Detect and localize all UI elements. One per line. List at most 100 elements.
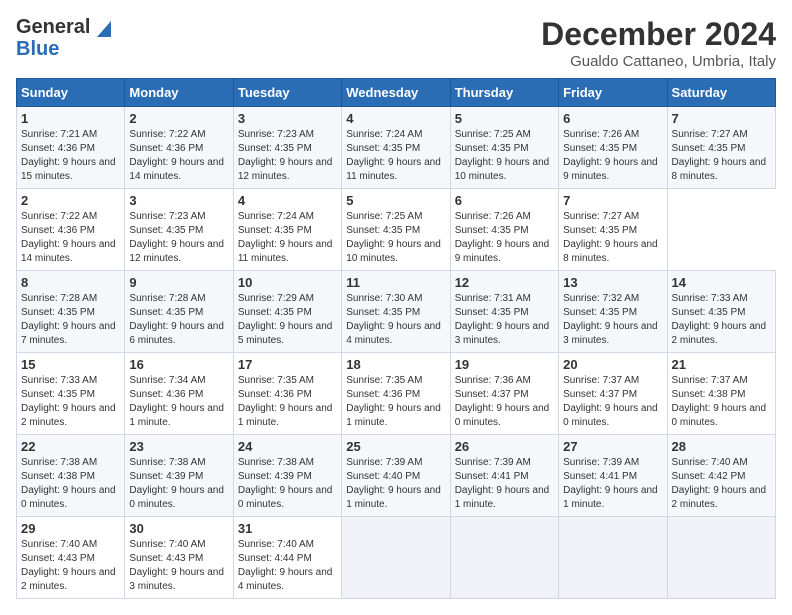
- day-info: Sunrise: 7:27 AMSunset: 4:35 PMDaylight:…: [563, 211, 658, 264]
- day-info: Sunrise: 7:37 AMSunset: 4:37 PMDaylight:…: [563, 375, 658, 428]
- day-number: 5: [346, 193, 445, 208]
- day-number: 8: [21, 275, 120, 290]
- day-info: Sunrise: 7:39 AMSunset: 4:40 PMDaylight:…: [346, 457, 441, 510]
- day-info: Sunrise: 7:33 AMSunset: 4:35 PMDaylight:…: [672, 293, 767, 346]
- calendar-cell: 6 Sunrise: 7:26 AMSunset: 4:35 PMDayligh…: [559, 107, 667, 189]
- calendar-cell: 27 Sunrise: 7:39 AMSunset: 4:41 PMDaylig…: [559, 435, 667, 517]
- day-info: Sunrise: 7:27 AMSunset: 4:35 PMDaylight:…: [672, 129, 767, 182]
- header-row: SundayMondayTuesdayWednesdayThursdayFrid…: [17, 79, 776, 107]
- day-number: 17: [238, 357, 337, 372]
- day-info: Sunrise: 7:26 AMSunset: 4:35 PMDaylight:…: [563, 129, 658, 182]
- day-number: 14: [672, 275, 771, 290]
- day-number: 15: [21, 357, 120, 372]
- calendar-cell: 2 Sunrise: 7:22 AMSunset: 4:36 PMDayligh…: [17, 189, 125, 271]
- calendar-cell: 11 Sunrise: 7:30 AMSunset: 4:35 PMDaylig…: [342, 271, 450, 353]
- day-info: Sunrise: 7:40 AMSunset: 4:43 PMDaylight:…: [129, 539, 224, 592]
- day-info: Sunrise: 7:40 AMSunset: 4:42 PMDaylight:…: [672, 457, 767, 510]
- header-day-sunday: Sunday: [17, 79, 125, 107]
- day-number: 27: [563, 439, 662, 454]
- day-number: 5: [455, 111, 554, 126]
- day-number: 7: [672, 111, 771, 126]
- calendar-cell: 4 Sunrise: 7:24 AMSunset: 4:35 PMDayligh…: [233, 189, 341, 271]
- calendar-cell: 24 Sunrise: 7:38 AMSunset: 4:39 PMDaylig…: [233, 435, 341, 517]
- day-number: 19: [455, 357, 554, 372]
- day-info: Sunrise: 7:23 AMSunset: 4:35 PMDaylight:…: [238, 129, 333, 182]
- day-number: 29: [21, 521, 120, 536]
- calendar-cell: 7 Sunrise: 7:27 AMSunset: 4:35 PMDayligh…: [667, 107, 775, 189]
- header-day-tuesday: Tuesday: [233, 79, 341, 107]
- calendar-week-1: 1 Sunrise: 7:21 AMSunset: 4:36 PMDayligh…: [17, 107, 776, 189]
- day-number: 3: [238, 111, 337, 126]
- calendar-cell: 23 Sunrise: 7:38 AMSunset: 4:39 PMDaylig…: [125, 435, 233, 517]
- day-info: Sunrise: 7:25 AMSunset: 4:35 PMDaylight:…: [455, 129, 550, 182]
- day-info: Sunrise: 7:29 AMSunset: 4:35 PMDaylight:…: [238, 293, 333, 346]
- day-info: Sunrise: 7:36 AMSunset: 4:37 PMDaylight:…: [455, 375, 550, 428]
- logo-general: General: [16, 16, 90, 38]
- location-title: Gualdo Cattaneo, Umbria, Italy: [541, 53, 776, 70]
- day-number: 22: [21, 439, 120, 454]
- day-info: Sunrise: 7:24 AMSunset: 4:35 PMDaylight:…: [346, 129, 441, 182]
- day-info: Sunrise: 7:35 AMSunset: 4:36 PMDaylight:…: [346, 375, 441, 428]
- day-number: 26: [455, 439, 554, 454]
- month-title: December 2024: [541, 16, 776, 53]
- calendar-cell: 20 Sunrise: 7:37 AMSunset: 4:37 PMDaylig…: [559, 353, 667, 435]
- day-number: 6: [563, 111, 662, 126]
- day-number: 7: [563, 193, 662, 208]
- day-info: Sunrise: 7:39 AMSunset: 4:41 PMDaylight:…: [563, 457, 658, 510]
- day-number: 18: [346, 357, 445, 372]
- calendar-cell: [342, 517, 450, 599]
- calendar-cell: 13 Sunrise: 7:32 AMSunset: 4:35 PMDaylig…: [559, 271, 667, 353]
- header-day-friday: Friday: [559, 79, 667, 107]
- day-info: Sunrise: 7:34 AMSunset: 4:36 PMDaylight:…: [129, 375, 224, 428]
- calendar-week-6: 29 Sunrise: 7:40 AMSunset: 4:43 PMDaylig…: [17, 517, 776, 599]
- calendar-week-2: 2 Sunrise: 7:22 AMSunset: 4:36 PMDayligh…: [17, 189, 776, 271]
- day-number: 28: [672, 439, 771, 454]
- calendar-cell: 10 Sunrise: 7:29 AMSunset: 4:35 PMDaylig…: [233, 271, 341, 353]
- title-block: December 2024 Gualdo Cattaneo, Umbria, I…: [541, 16, 776, 70]
- header-day-saturday: Saturday: [667, 79, 775, 107]
- day-info: Sunrise: 7:22 AMSunset: 4:36 PMDaylight:…: [129, 129, 224, 182]
- calendar-cell: 3 Sunrise: 7:23 AMSunset: 4:35 PMDayligh…: [125, 189, 233, 271]
- calendar-cell: 31 Sunrise: 7:40 AMSunset: 4:44 PMDaylig…: [233, 517, 341, 599]
- calendar-cell: 5 Sunrise: 7:25 AMSunset: 4:35 PMDayligh…: [342, 189, 450, 271]
- calendar-cell: 21 Sunrise: 7:37 AMSunset: 4:38 PMDaylig…: [667, 353, 775, 435]
- day-number: 13: [563, 275, 662, 290]
- day-number: 4: [346, 111, 445, 126]
- calendar-cell: 28 Sunrise: 7:40 AMSunset: 4:42 PMDaylig…: [667, 435, 775, 517]
- day-info: Sunrise: 7:33 AMSunset: 4:35 PMDaylight:…: [21, 375, 116, 428]
- day-info: Sunrise: 7:38 AMSunset: 4:39 PMDaylight:…: [129, 457, 224, 510]
- day-info: Sunrise: 7:28 AMSunset: 4:35 PMDaylight:…: [21, 293, 116, 346]
- calendar-cell: 4 Sunrise: 7:24 AMSunset: 4:35 PMDayligh…: [342, 107, 450, 189]
- calendar-table: SundayMondayTuesdayWednesdayThursdayFrid…: [16, 78, 776, 599]
- calendar-cell: 6 Sunrise: 7:26 AMSunset: 4:35 PMDayligh…: [450, 189, 558, 271]
- calendar-cell: 9 Sunrise: 7:28 AMSunset: 4:35 PMDayligh…: [125, 271, 233, 353]
- day-number: 30: [129, 521, 228, 536]
- day-info: Sunrise: 7:32 AMSunset: 4:35 PMDaylight:…: [563, 293, 658, 346]
- calendar-cell: 18 Sunrise: 7:35 AMSunset: 4:36 PMDaylig…: [342, 353, 450, 435]
- calendar-cell: [559, 517, 667, 599]
- calendar-cell: 8 Sunrise: 7:28 AMSunset: 4:35 PMDayligh…: [17, 271, 125, 353]
- calendar-cell: 1 Sunrise: 7:21 AMSunset: 4:36 PMDayligh…: [17, 107, 125, 189]
- day-number: 6: [455, 193, 554, 208]
- page-header: General Blue December 2024 Gualdo Cattan…: [16, 16, 776, 70]
- calendar-week-5: 22 Sunrise: 7:38 AMSunset: 4:38 PMDaylig…: [17, 435, 776, 517]
- header-day-thursday: Thursday: [450, 79, 558, 107]
- calendar-cell: 26 Sunrise: 7:39 AMSunset: 4:41 PMDaylig…: [450, 435, 558, 517]
- day-number: 16: [129, 357, 228, 372]
- calendar-cell: 3 Sunrise: 7:23 AMSunset: 4:35 PMDayligh…: [233, 107, 341, 189]
- day-number: 2: [21, 193, 120, 208]
- calendar-cell: 17 Sunrise: 7:35 AMSunset: 4:36 PMDaylig…: [233, 353, 341, 435]
- day-info: Sunrise: 7:35 AMSunset: 4:36 PMDaylight:…: [238, 375, 333, 428]
- day-number: 9: [129, 275, 228, 290]
- calendar-cell: 19 Sunrise: 7:36 AMSunset: 4:37 PMDaylig…: [450, 353, 558, 435]
- calendar-cell: 30 Sunrise: 7:40 AMSunset: 4:43 PMDaylig…: [125, 517, 233, 599]
- day-info: Sunrise: 7:40 AMSunset: 4:43 PMDaylight:…: [21, 539, 116, 592]
- calendar-week-4: 15 Sunrise: 7:33 AMSunset: 4:35 PMDaylig…: [17, 353, 776, 435]
- calendar-cell: [667, 517, 775, 599]
- day-number: 25: [346, 439, 445, 454]
- day-number: 24: [238, 439, 337, 454]
- header-day-monday: Monday: [125, 79, 233, 107]
- day-number: 12: [455, 275, 554, 290]
- day-info: Sunrise: 7:40 AMSunset: 4:44 PMDaylight:…: [238, 539, 333, 592]
- calendar-cell: 15 Sunrise: 7:33 AMSunset: 4:35 PMDaylig…: [17, 353, 125, 435]
